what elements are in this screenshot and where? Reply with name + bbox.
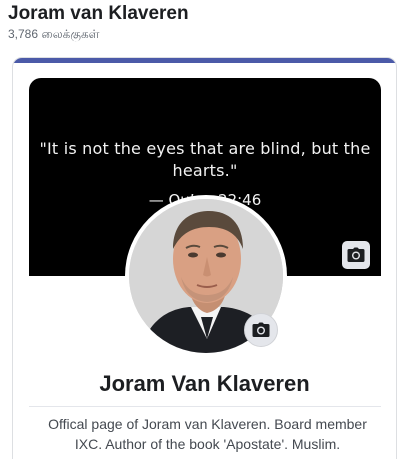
cover-camera-button[interactable] [342,241,370,269]
cover-quote: "It is not the eyes that are blind, but … [39,139,371,180]
accent-bar [13,58,396,63]
page-header: Joram van Klaveren 3,786 லைக்குகள் [8,2,189,42]
about-text: Offical page of Joram van Klaveren. Boar… [48,416,367,452]
profile-card: "It is not the eyes that are blind, but … [12,57,397,459]
avatar-camera-button[interactable] [244,313,278,347]
divider [29,406,381,407]
camera-icon [252,322,270,337]
camera-icon [347,247,365,262]
profile-name: Joram Van Klaveren [99,371,310,396]
likes-count: 3,786 லைக்குகள் [8,27,100,41]
page-title[interactable]: Joram van Klaveren [8,2,189,26]
